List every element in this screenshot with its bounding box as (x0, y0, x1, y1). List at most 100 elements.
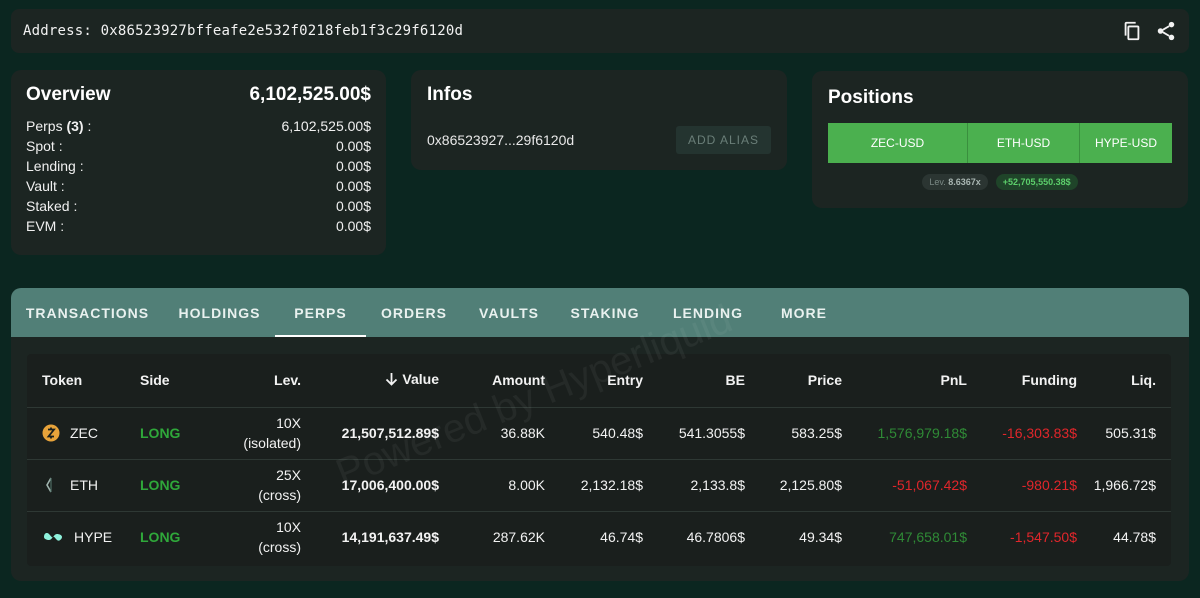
overview-rows: Perps (3) : 6,102,525.00$ Spot : 0.00$ L… (26, 116, 371, 236)
tab-transactions[interactable]: TRANSACTIONS (11, 288, 164, 337)
cell-lev: 10X (isolated) (210, 407, 301, 460)
overview-row-perps: Perps (3) : 6,102,525.00$ (26, 116, 371, 136)
cell-amount: 36.88K (439, 407, 545, 460)
add-alias-button[interactable]: ADD ALIAS (676, 126, 771, 154)
cell-value: 21,507,512.89$ (301, 407, 439, 460)
cell-liq: 1,966.72$ (1077, 459, 1171, 512)
perps-count: (3) (66, 118, 84, 134)
cell-price: 2,125.80$ (745, 459, 842, 512)
tab-staking[interactable]: STAKING (556, 288, 654, 337)
header-token[interactable]: Token (27, 354, 125, 408)
overview-card: Overview 6,102,525.00$ Perps (3) : 6,102… (11, 70, 386, 255)
overview-value-evm: 0.00$ (335, 218, 371, 234)
cell-amount: 8.00K (439, 459, 545, 512)
header-pnl[interactable]: PnL (842, 354, 967, 408)
cell-liq: 505.31$ (1077, 407, 1171, 460)
cell-side: LONG (125, 459, 210, 512)
cell-funding: -1,547.50$ (1010, 529, 1077, 546)
header-lev[interactable]: Lev. (210, 354, 301, 408)
perps-table: Token Side Lev. Value Amount Entry BE Pr… (27, 354, 1171, 566)
address-text[interactable]: Address: 0x86523927bffeafe2e532f0218feb1… (23, 23, 463, 39)
overview-label-evm: EVM : (26, 218, 65, 234)
header-value[interactable]: Value (301, 354, 439, 408)
cell-value: 14,191,637.49$ (341, 529, 439, 546)
table-row[interactable]: HYPE LONG 10X (cross) 14,191,637.49$ 287.… (27, 511, 1171, 563)
cell-lev: 25X (cross) (210, 459, 301, 512)
table-row[interactable]: ZEC LONG 10X (isolated) 21,507,512.89$ 36… (27, 407, 1171, 460)
cell-liq: 44.78$ (1113, 529, 1156, 546)
cell-funding: -980.21$ (967, 459, 1077, 512)
cell-lev: 10X (cross) (258, 519, 301, 556)
positions-title: Positions (828, 87, 914, 108)
tab-orders[interactable]: ORDERS (366, 288, 462, 337)
cell-entry: 2,132.18$ (545, 459, 643, 512)
header-be[interactable]: BE (643, 354, 745, 408)
address-value: 0x86523927bffeafe2e532f0218feb1f3c29f612… (100, 23, 464, 39)
position-tab-zec[interactable]: ZEC-USD (828, 123, 968, 163)
header-price[interactable]: Price (745, 354, 842, 408)
overview-label-spot: Spot : (26, 138, 63, 154)
overview-label-vault: Vault : (26, 178, 65, 194)
position-tab-hype[interactable]: HYPE-USD (1080, 123, 1172, 163)
header-entry[interactable]: Entry (545, 354, 643, 408)
main-panel: TRANSACTIONS HOLDINGS PERPS ORDERS VAULT… (11, 288, 1189, 581)
cell-value: 17,006,400.00$ (301, 459, 439, 512)
cell-pnl: 1,576,979.18$ (842, 407, 967, 460)
address-bar: Address: 0x86523927bffeafe2e532f0218feb1… (11, 9, 1189, 53)
position-badges: Lev. 8.6367x +52,705,550.38$ (828, 174, 1172, 190)
zec-token-icon (42, 424, 60, 442)
eth-token-icon (42, 476, 60, 494)
token-name: HYPE (74, 529, 113, 546)
tab-more[interactable]: MORE (762, 288, 846, 337)
address-actions (1121, 20, 1177, 42)
short-address: 0x86523927...29f6120d (427, 132, 575, 148)
overview-total: 6,102,525.00$ (249, 84, 371, 105)
overview-value-staked: 0.00$ (335, 198, 371, 214)
share-icon[interactable] (1155, 20, 1177, 42)
address-label: Address: (23, 23, 93, 39)
page: Address: 0x86523927bffeafe2e532f0218feb1… (0, 0, 1200, 598)
overview-value-lending: 0.00$ (335, 158, 371, 174)
overview-value-vault: 0.00$ (335, 178, 371, 194)
cell-be: 46.7806$ (686, 529, 745, 546)
cell-token: ZEC (27, 407, 125, 460)
token-name: ETH (70, 477, 98, 493)
overview-label-perps: Perps (3) : (26, 118, 92, 134)
overview-title: Overview (26, 84, 111, 105)
overview-row-lending: Lending : 0.00$ (26, 156, 371, 176)
cell-price: 49.34$ (799, 529, 842, 546)
hype-token-icon (42, 528, 64, 546)
header-funding[interactable]: Funding (967, 354, 1077, 408)
copy-icon[interactable] (1121, 20, 1143, 42)
overview-row-vault: Vault : 0.00$ (26, 176, 371, 196)
overview-value-spot: 0.00$ (335, 138, 371, 154)
cell-be: 541.3055$ (643, 407, 745, 460)
cell-pnl: -51,067.42$ (842, 459, 967, 512)
tab-lending[interactable]: LENDING (654, 288, 762, 337)
overview-row-staked: Staked : 0.00$ (26, 196, 371, 216)
cell-be: 2,133.8$ (643, 459, 745, 512)
tab-perps[interactable]: PERPS (275, 288, 366, 337)
header-amount[interactable]: Amount (439, 354, 545, 408)
cell-side: LONG (140, 529, 181, 546)
cell-entry: 46.74$ (600, 529, 643, 546)
leverage-badge: Lev. 8.6367x (922, 174, 988, 190)
header-value-label: Value (402, 371, 439, 388)
overview-label-staked: Staked : (26, 198, 78, 214)
overview-value-perps: 6,102,525.00$ (281, 118, 371, 134)
tab-vaults[interactable]: VAULTS (462, 288, 556, 337)
cell-amount: 287.62K (492, 529, 545, 546)
sort-down-arrow-icon (385, 372, 398, 389)
header-liq[interactable]: Liq. (1077, 354, 1171, 408)
table-row[interactable]: ETH LONG 25X (cross) 17,006,400.00$ 8.00K… (27, 459, 1171, 512)
cell-token: HYPE (27, 511, 125, 563)
position-tabs: ZEC-USD ETH-USD HYPE-USD (828, 123, 1172, 163)
infos-title: Infos (427, 84, 473, 105)
header-side[interactable]: Side (125, 354, 210, 408)
cell-price: 583.25$ (745, 407, 842, 460)
tab-holdings[interactable]: HOLDINGS (164, 288, 275, 337)
tab-bar: TRANSACTIONS HOLDINGS PERPS ORDERS VAULT… (11, 288, 1189, 337)
position-tab-eth[interactable]: ETH-USD (968, 123, 1080, 163)
infos-card: Infos 0x86523927...29f6120d ADD ALIAS (411, 70, 787, 170)
cell-pnl: 747,658.01$ (889, 529, 967, 546)
